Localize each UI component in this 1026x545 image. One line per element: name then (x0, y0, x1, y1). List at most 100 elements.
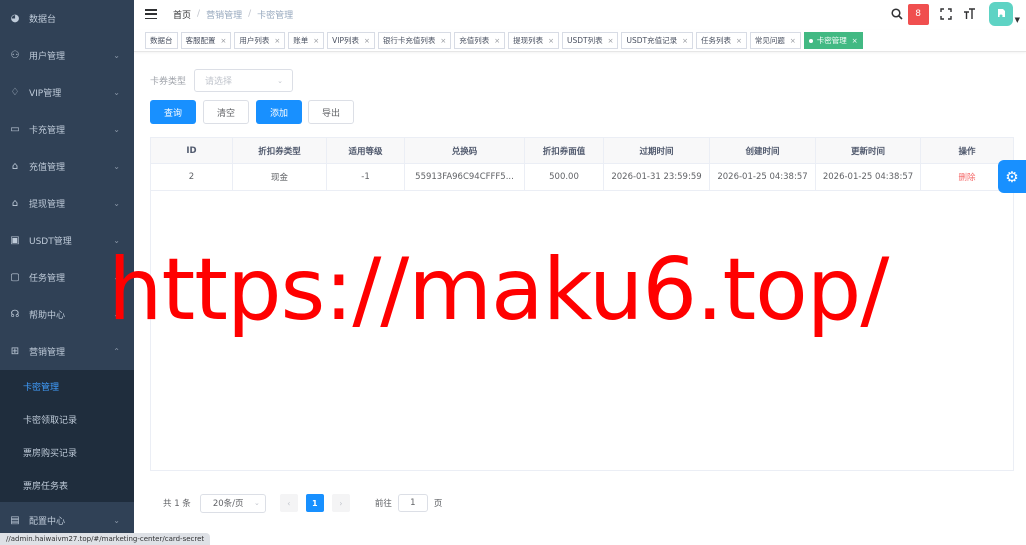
tag-bank-recharge-list[interactable]: 银行卡充值列表 × (377, 32, 452, 49)
active-dot-icon (808, 38, 813, 43)
sidebar-item-users[interactable]: ⚇ 用户管理 ⌄ (0, 37, 134, 74)
tag-label: 数据台 (150, 36, 173, 45)
avatar[interactable] (988, 2, 1013, 26)
clear-button[interactable]: 清空 (203, 100, 249, 124)
submenu-boxoffice-purchase[interactable]: 票房购买记录 (0, 436, 134, 469)
settings-gear-button[interactable]: ⚙ (998, 160, 1026, 193)
tag-bill[interactable]: 账单 × (288, 32, 325, 49)
sidebar-item-label: USDT管理 (29, 237, 72, 247)
chevron-down-icon: ⌄ (113, 88, 120, 97)
help-icon: ☊ (10, 309, 20, 320)
close-icon[interactable]: × (313, 37, 319, 45)
tags-view: 数据台 客服配置 × 用户列表 × 账单 × VIP列表 × 银行卡充值列表 × 充值列表… (134, 30, 1026, 52)
tag-label: 充值列表 (459, 36, 490, 45)
tag-dashboard[interactable]: 数据台 (145, 32, 178, 49)
sidebar-item-recharge[interactable]: ⌂ 充值管理 ⌄ (0, 148, 134, 185)
submenu-boxoffice-tasks[interactable]: 票房任务表 (0, 469, 134, 502)
tag-recharge-list[interactable]: 充值列表 × (454, 32, 506, 49)
close-icon[interactable]: × (608, 37, 614, 45)
breadcrumb-home[interactable]: 首页 (173, 8, 191, 21)
chevron-down-icon: ⌄ (113, 199, 120, 208)
cell-face-value: 500.00 (525, 164, 604, 190)
goto-page-input[interactable]: 1 (397, 494, 428, 512)
tag-task-list[interactable]: 任务列表 × (695, 32, 747, 49)
chevron-down-icon: ⌄ (113, 516, 120, 525)
column-header: 折扣券类型 (233, 138, 327, 163)
dashboard-icon: ◕ (10, 13, 20, 24)
tag-service-config[interactable]: 客服配置 × (180, 32, 232, 49)
export-button[interactable]: 导出 (308, 100, 354, 124)
sidebar-item-label: 帮助中心 (29, 311, 66, 321)
sidebar-item-card[interactable]: ▭ 卡充管理 ⌄ (0, 111, 134, 148)
marketing-submenu: 卡密管理 卡密领取记录 票房购买记录 票房任务表 (0, 370, 134, 502)
recharge-icon: ⌂ (11, 161, 19, 172)
pagination: 共 1 条 20条/页 ⌄ ‹ 1 › 前往 1 页 (163, 493, 442, 513)
tag-withdraw-list[interactable]: 提现列表 × (508, 32, 559, 49)
sidebar-item-label: 用户管理 (29, 52, 66, 62)
cell-id: 2 (151, 164, 233, 190)
fullscreen-icon[interactable] (935, 3, 957, 25)
close-icon[interactable]: × (790, 37, 796, 45)
search-icon[interactable] (886, 3, 908, 25)
coupon-type-select[interactable]: 请选择 ⌄ (194, 69, 293, 92)
table-row: 2 现金 -1 55913FA96C94CFFF5... 500.00 2026… (151, 164, 1013, 191)
close-icon[interactable]: × (274, 37, 280, 45)
notification-badge[interactable]: 8 (907, 3, 929, 25)
submenu-card-secret[interactable]: 卡密管理 (0, 370, 134, 403)
tag-usdt-list[interactable]: USDT列表 × (562, 32, 619, 49)
tag-usdt-recharge[interactable]: USDT充值记录 × (621, 32, 693, 49)
add-button[interactable]: 添加 (256, 100, 302, 124)
next-page-button[interactable]: › (331, 494, 350, 512)
column-header: 兑换码 (405, 138, 525, 163)
sidebar-item-label: VIP管理 (29, 89, 62, 99)
close-icon[interactable]: × (736, 37, 742, 45)
tag-faq[interactable]: 常见问题 × (749, 32, 801, 49)
search-button[interactable]: 查询 (150, 100, 196, 124)
close-icon[interactable]: × (221, 37, 227, 45)
cell-update-time: 2026-01-25 04:38:57 (816, 164, 921, 190)
submenu-card-claim-records[interactable]: 卡密领取记录 (0, 403, 134, 436)
page-number-button[interactable]: 1 (305, 494, 324, 512)
page-size-value: 20条/页 (212, 499, 244, 509)
gear-icon: ⚙ (1005, 167, 1019, 186)
card-icon: ▭ (10, 124, 20, 135)
close-icon[interactable]: × (440, 37, 446, 45)
withdraw-icon: ⌂ (11, 198, 19, 209)
pagination-total: 共 1 条 (163, 499, 191, 509)
sidebar-item-label: 任务管理 (29, 274, 66, 284)
caret-down-icon[interactable]: ▼ (1015, 16, 1020, 24)
tag-card-secret[interactable]: 卡密管理 × (803, 32, 863, 49)
column-header: ID (151, 138, 233, 163)
sidebar-item-dashboard[interactable]: ◕ 数据台 (0, 0, 134, 37)
tag-label: VIP列表 (332, 36, 359, 45)
tag-label: 任务列表 (700, 36, 731, 45)
select-placeholder: 请选择 (205, 77, 233, 87)
column-header: 过期时间 (604, 138, 710, 163)
task-icon: ▢ (10, 272, 20, 283)
breadcrumb-separator: / (197, 9, 201, 19)
close-icon[interactable]: × (494, 37, 500, 45)
sidebar-item-label: 配置中心 (29, 517, 66, 527)
sidebar-item-withdraw[interactable]: ⌂ 提现管理 ⌄ (0, 185, 134, 222)
font-size-icon[interactable] (959, 3, 981, 25)
close-icon[interactable]: × (548, 37, 554, 45)
tag-label: 银行卡充值列表 (382, 36, 436, 45)
tag-user-list[interactable]: 用户列表 × (234, 32, 286, 49)
chevron-down-icon: ⌄ (277, 76, 283, 85)
close-icon[interactable]: × (852, 37, 858, 45)
tag-vip-list[interactable]: VIP列表 × (327, 32, 375, 49)
page-size-select[interactable]: 20条/页 ⌄ (199, 493, 266, 513)
sidebar-item-label: 充值管理 (29, 163, 66, 173)
sidebar-item-vip[interactable]: ♢ VIP管理 ⌄ (0, 74, 134, 111)
prev-page-button[interactable]: ‹ (279, 494, 298, 512)
vip-icon: ♢ (10, 87, 20, 98)
breadcrumb-separator: / (248, 9, 252, 19)
close-icon[interactable]: × (364, 37, 370, 45)
delete-button[interactable]: 删除 (958, 171, 975, 183)
close-icon[interactable]: × (682, 37, 688, 45)
header-actions: 8 ▼ (884, 0, 1026, 28)
tag-label: USDT充值记录 (626, 36, 678, 45)
chevron-down-icon: ⌄ (113, 51, 120, 60)
breadcrumb: 首页 / 营销管理 / 卡密管理 (173, 8, 293, 21)
hamburger-menu-icon[interactable] (145, 9, 157, 19)
